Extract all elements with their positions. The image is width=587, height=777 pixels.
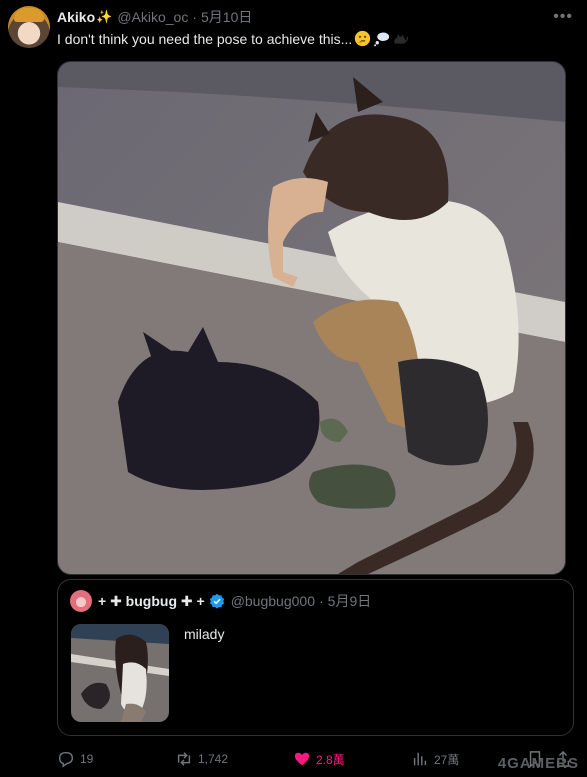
quoted-tweet-text: milady — [184, 626, 225, 642]
repost-count: 1,742 — [198, 752, 229, 766]
views-icon — [413, 752, 427, 766]
views-button[interactable]: 27萬 — [411, 748, 459, 770]
repost-button[interactable]: 1,742 — [175, 748, 228, 770]
tweet-image[interactable] — [57, 61, 566, 575]
reply-button[interactable]: 19 — [57, 748, 93, 770]
author-handle[interactable]: @Akiko_oc — [117, 9, 188, 25]
watermark: 4GAMERS — [497, 755, 579, 772]
thought-balloon-icon — [374, 32, 390, 47]
like-count: 2.8萬 — [316, 752, 345, 767]
separator-dot: · — [192, 9, 198, 25]
views-count: 27萬 — [434, 752, 460, 767]
quoted-tweet-header: + ✚ bugbug ✚ + @bugbug000 · 5月9日 — [98, 592, 371, 610]
author-avatar[interactable] — [8, 6, 50, 48]
quoted-tweet-thumbnail[interactable] — [71, 624, 169, 722]
quoted-tweet-date[interactable]: 5月9日 — [328, 591, 372, 611]
tweet-text-content: I don't think you need the pose to achie… — [57, 31, 353, 47]
tweet-date[interactable]: 5月10日 — [201, 7, 252, 27]
quoted-author-name[interactable]: + ✚ bugbug ✚ + — [98, 593, 205, 610]
verified-badge-icon — [209, 593, 224, 609]
thinking-face-icon — [355, 30, 371, 47]
heart-icon — [294, 752, 310, 766]
author-name[interactable]: Akiko — [57, 9, 95, 25]
cat-girl-illustration — [58, 62, 565, 574]
quoted-author-handle[interactable]: @bugbug000 — [231, 593, 315, 609]
quoted-separator-dot: · — [318, 593, 324, 609]
more-options-icon[interactable]: ••• — [553, 8, 573, 26]
sparkle-emoji: ✨ — [96, 9, 113, 24]
tweet-header: Akiko ✨ @Akiko_oc · 5月10日 — [57, 8, 252, 26]
quoted-author-avatar[interactable] — [70, 590, 92, 612]
tweet-text: I don't think you need the pose to achie… — [57, 30, 409, 47]
quoted-photo — [71, 624, 169, 722]
reply-count: 19 — [80, 752, 94, 766]
quoted-tweet[interactable]: + ✚ bugbug ✚ + @bugbug000 · 5月9日 milady — [57, 579, 574, 736]
reply-icon — [58, 751, 74, 768]
black-cat-icon — [394, 34, 409, 44]
repost-icon — [177, 752, 191, 766]
like-button[interactable]: 2.8萬 — [293, 748, 345, 770]
